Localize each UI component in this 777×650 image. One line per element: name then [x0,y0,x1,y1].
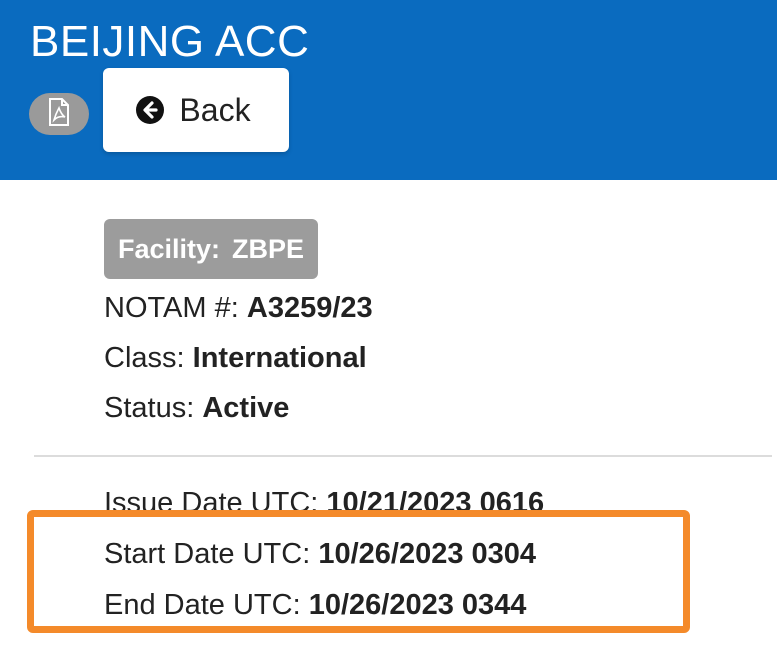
start-date-label: Start Date UTC: [104,538,311,570]
notam-details: Facility: ZBPE NOTAM #: A3259/23 Class: … [0,180,777,650]
status-row: Status: Active [104,392,289,425]
notam-number-value: A3259/23 [246,292,373,324]
status-label: Status: [104,392,195,424]
notam-number-row: NOTAM #: A3259/23 [104,292,373,325]
class-value: International [192,342,367,374]
class-row: Class: International [104,342,367,375]
pdf-button[interactable] [29,93,89,135]
app-header: BEIJING ACC Back [0,0,777,180]
back-button-label: Back [179,91,251,128]
divider [34,455,772,457]
back-button[interactable]: Back [103,68,289,152]
status-value: Active [202,392,290,424]
pdf-file-icon [47,97,71,131]
facility-label: Facility: [118,233,221,264]
end-date-value: 10/26/2023 0344 [308,589,527,621]
class-label: Class: [104,342,185,374]
end-date-label: End Date UTC: [104,589,301,621]
notam-number-label: NOTAM #: [104,292,239,324]
end-date-row: End Date UTC: 10/26/2023 0344 [104,589,526,622]
facility-badge: Facility: ZBPE [104,219,319,279]
start-date-row: Start Date UTC: 10/26/2023 0304 [104,538,536,571]
facility-value: ZBPE [232,233,305,264]
circle-arrow-left-icon [135,95,165,125]
page-title: BEIJING ACC [30,17,310,66]
start-date-value: 10/26/2023 0304 [318,538,537,570]
